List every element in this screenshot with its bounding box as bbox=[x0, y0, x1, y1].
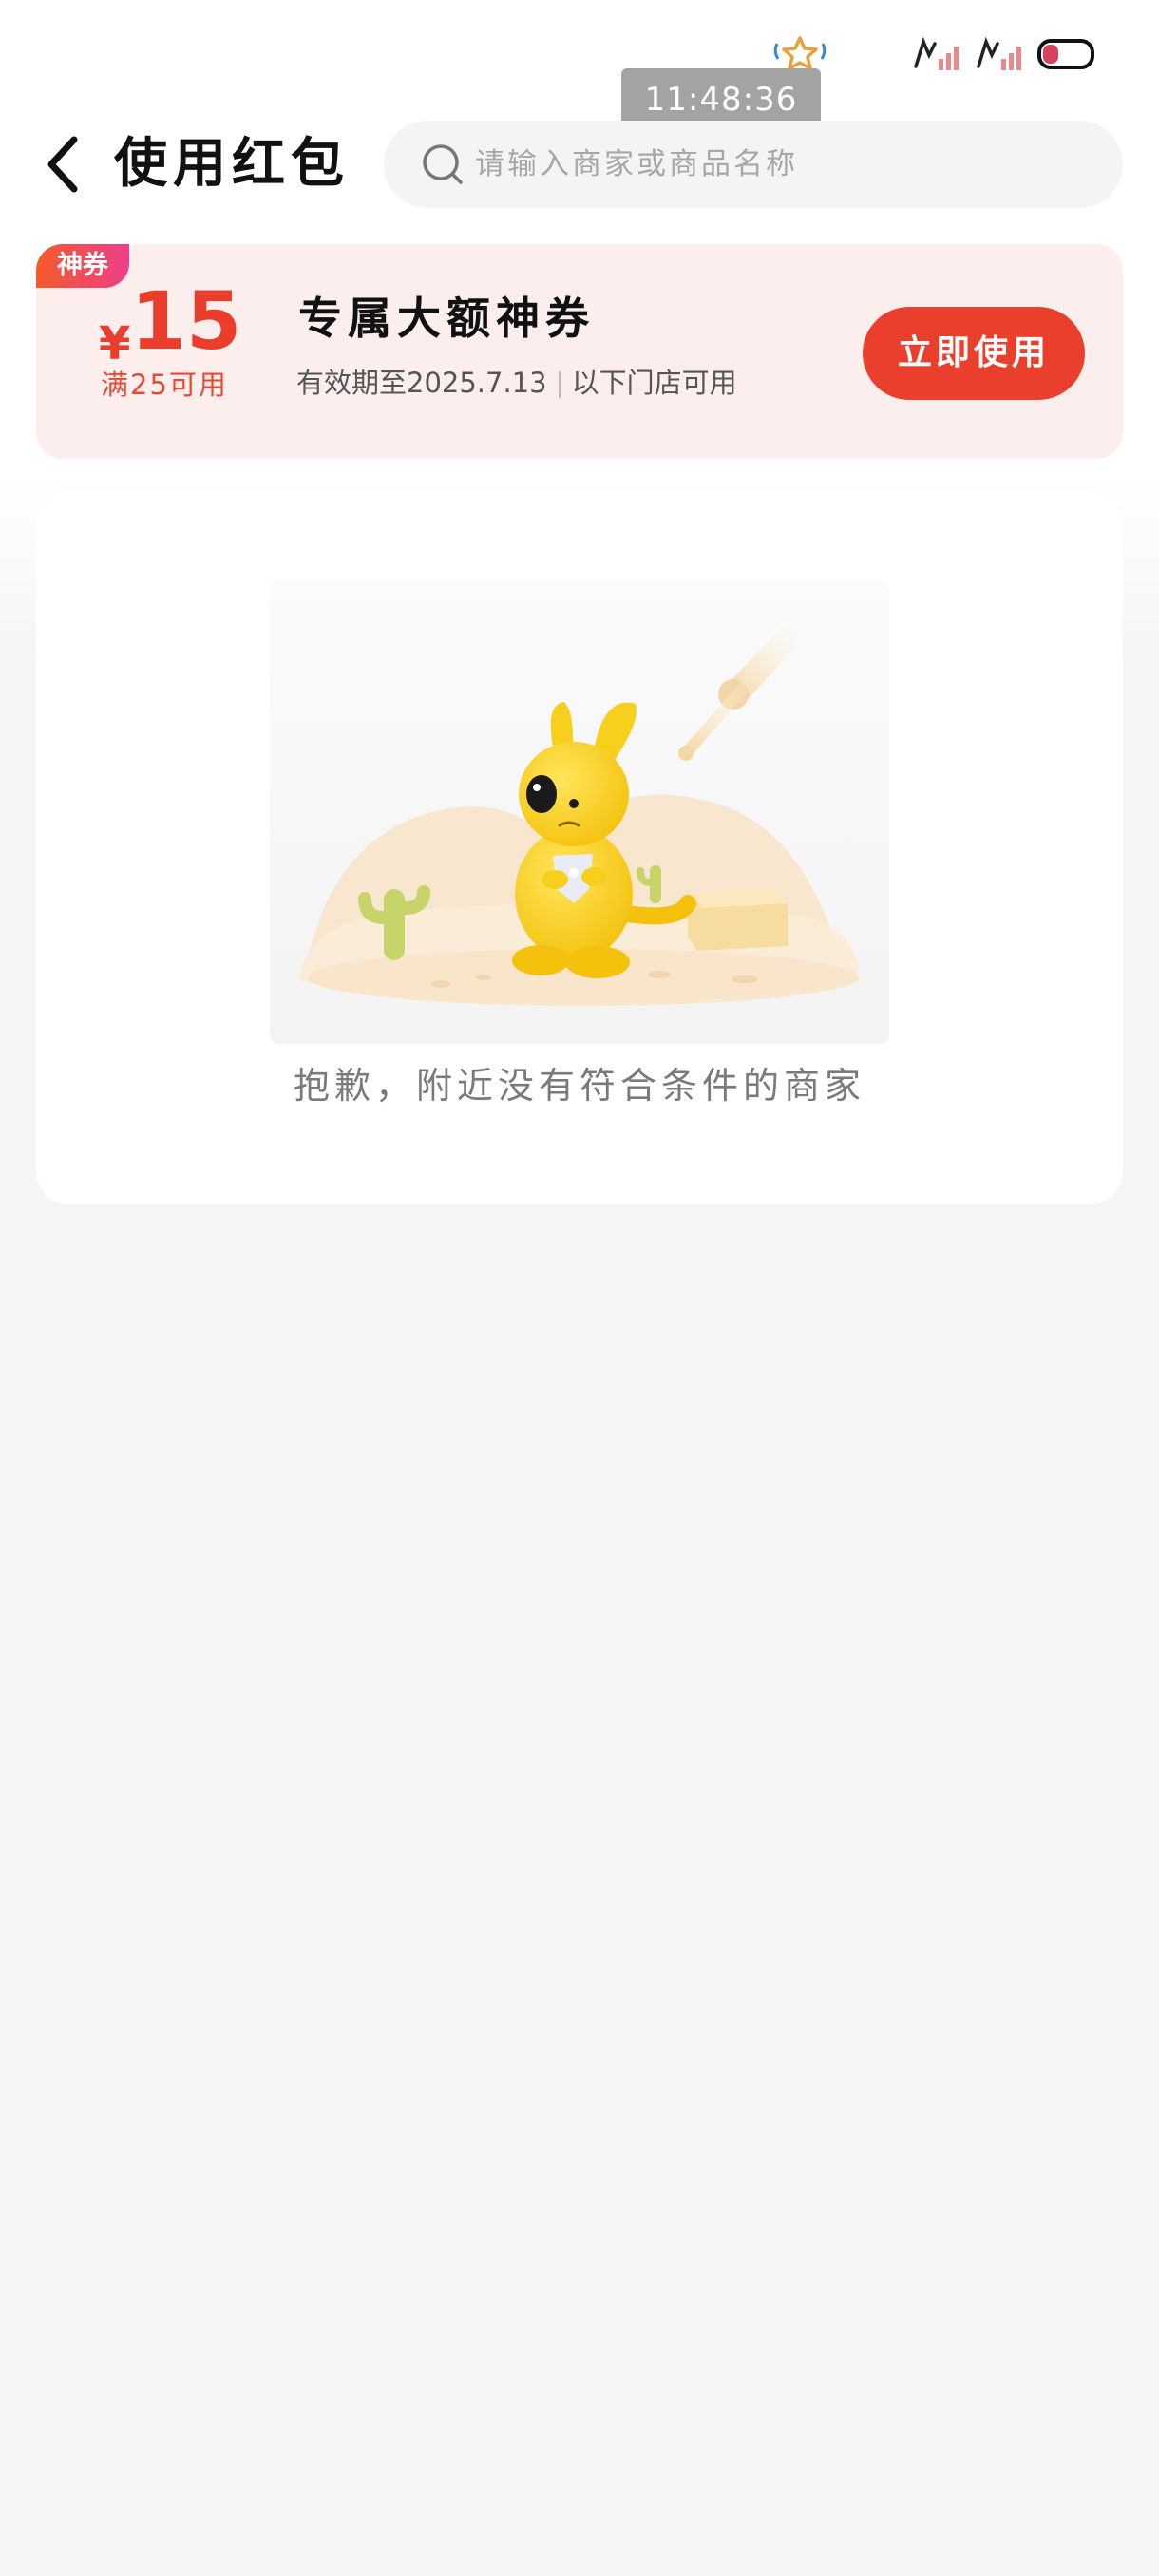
use-now-button[interactable]: 立即使用 bbox=[863, 307, 1085, 400]
notification-star-icon bbox=[773, 36, 826, 70]
divider bbox=[558, 371, 560, 398]
currency-symbol: ¥ bbox=[99, 317, 131, 370]
chevron-left-icon bbox=[48, 136, 78, 193]
coupon-meta: 有效期至2025.7.13 以下门店可用 bbox=[296, 362, 737, 404]
search-icon bbox=[423, 144, 463, 184]
search-placeholder: 请输入商家或商品名称 bbox=[475, 147, 798, 181]
battery-icon bbox=[1037, 39, 1094, 69]
back-button[interactable] bbox=[36, 128, 93, 200]
kangaroo-desert-illustration bbox=[270, 580, 889, 1044]
empty-state-message: 抱歉，附近没有符合条件的商家 bbox=[293, 1065, 865, 1107]
coupon-threshold: 满25可用 bbox=[101, 369, 228, 401]
coupon-value: 15 bbox=[130, 275, 242, 368]
coupon-validity: 有效期至2025.7.13 bbox=[296, 367, 547, 399]
coupon-scope: 以下门店可用 bbox=[571, 367, 737, 399]
signal-icon bbox=[977, 36, 1021, 70]
search-input[interactable]: 请输入商家或商品名称 bbox=[384, 121, 1123, 208]
empty-state-panel: 抱歉，附近没有符合条件的商家 bbox=[36, 492, 1123, 1204]
signal-icon bbox=[914, 36, 959, 70]
coupon-card: 神券 ¥15 满25可用 专属大额神券 有效期至2025.7.13 以下门店可用 … bbox=[36, 244, 1123, 459]
coupon-name: 专属大额神券 bbox=[298, 293, 595, 344]
page-title: 使用红包 bbox=[114, 133, 350, 195]
